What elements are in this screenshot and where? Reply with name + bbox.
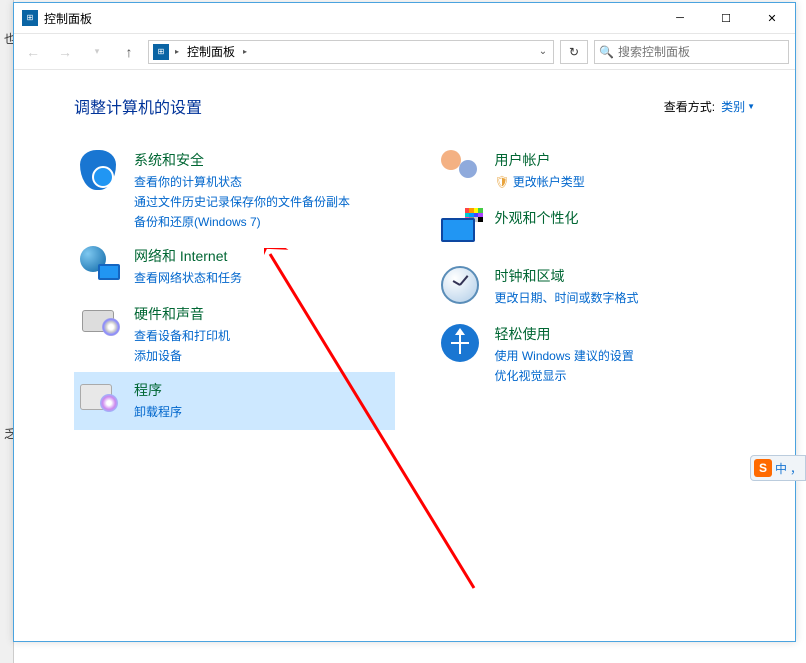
category-link[interactable]: 使用 Windows 建议的设置 — [495, 347, 634, 364]
programs-icon — [80, 380, 122, 422]
category-link[interactable]: 卸载程序 — [134, 403, 182, 420]
appearance-icon — [441, 208, 483, 250]
category-clock-region[interactable]: 时钟和区域 更改日期、时间或数字格式 — [435, 258, 756, 316]
category-title[interactable]: 轻松使用 — [495, 324, 634, 344]
category-link[interactable]: 查看你的计算机状态 — [134, 173, 350, 190]
titlebar: ⊞ 控制面板 ─ ☐ ✕ — [14, 3, 795, 34]
category-user-accounts[interactable]: 用户帐户 🛡更改帐户类型 — [435, 142, 756, 200]
category-title[interactable]: 外观和个性化 — [495, 208, 579, 228]
forward-button[interactable]: → — [52, 39, 78, 65]
search-icon: 🔍 — [599, 45, 614, 59]
category-title[interactable]: 程序 — [134, 380, 182, 400]
category-link[interactable]: 查看设备和打印机 — [134, 327, 230, 344]
ime-punct-toggle[interactable]: ， — [790, 460, 802, 477]
chevron-down-icon: ▼ — [747, 102, 755, 111]
minimize-button[interactable]: ─ — [657, 3, 703, 33]
address-icon: ⊞ — [153, 44, 169, 60]
printer-icon — [80, 304, 122, 346]
category-link[interactable]: 添加设备 — [134, 347, 230, 364]
ease-icon — [441, 324, 483, 366]
address-box[interactable]: ⊞ ▸ 控制面板 ▸ ⌄ — [148, 40, 554, 64]
control-panel-window: ⊞ 控制面板 ─ ☐ ✕ ← → ▾ ↑ ⊞ ▸ 控制面板 ▸ ⌄ ↻ 🔍 调整… — [13, 2, 796, 642]
category-link[interactable]: 备份和还原(Windows 7) — [134, 213, 350, 230]
category-title[interactable]: 网络和 Internet — [134, 246, 242, 266]
category-ease-of-access[interactable]: 轻松使用 使用 Windows 建议的设置 优化视觉显示 — [435, 316, 756, 392]
view-by-dropdown[interactable]: 类别 ▼ — [721, 98, 755, 115]
recent-dropdown[interactable]: ▾ — [84, 39, 110, 65]
control-panel-icon: ⊞ — [22, 10, 38, 26]
ime-toolbar[interactable]: S 中 ， — [750, 455, 806, 481]
category-title[interactable]: 硬件和声音 — [134, 304, 230, 324]
breadcrumb-sep-2: ▸ — [241, 47, 249, 56]
users-icon — [441, 150, 483, 192]
view-by-control: 查看方式: 类别 ▼ — [664, 98, 755, 115]
up-button[interactable]: ↑ — [116, 39, 142, 65]
ime-lang-toggle[interactable]: 中 — [775, 460, 787, 477]
page-heading: 调整计算机的设置 — [74, 94, 202, 118]
category-programs[interactable]: 程序 卸载程序 — [74, 372, 395, 430]
breadcrumb-control-panel[interactable]: 控制面板 — [181, 41, 241, 63]
maximize-button[interactable]: ☐ — [703, 3, 749, 33]
category-appearance[interactable]: 外观和个性化 — [435, 200, 756, 258]
back-button[interactable]: ← — [20, 39, 46, 65]
category-link[interactable]: 通过文件历史记录保存你的文件备份副本 — [134, 193, 350, 210]
category-hardware-sound[interactable]: 硬件和声音 查看设备和打印机 添加设备 — [74, 296, 395, 372]
category-system-security[interactable]: 系统和安全 查看你的计算机状态 通过文件历史记录保存你的文件备份副本 备份和还原… — [74, 142, 395, 238]
view-by-label: 查看方式: — [664, 98, 715, 115]
category-network-internet[interactable]: 网络和 Internet 查看网络状态和任务 — [74, 238, 395, 296]
search-box[interactable]: 🔍 — [594, 40, 789, 64]
shield-badge-icon: 🛡 — [495, 175, 510, 189]
breadcrumb-sep: ▸ — [173, 47, 181, 56]
category-link[interactable]: 查看网络状态和任务 — [134, 269, 242, 286]
clock-icon — [441, 266, 483, 308]
close-button[interactable]: ✕ — [749, 3, 795, 33]
shield-icon — [80, 150, 122, 192]
category-title[interactable]: 用户帐户 — [495, 150, 585, 170]
category-link[interactable]: 更改日期、时间或数字格式 — [495, 289, 639, 306]
search-input[interactable] — [618, 45, 784, 59]
category-link[interactable]: 🛡更改帐户类型 — [495, 173, 585, 190]
window-title: 控制面板 — [44, 10, 657, 27]
category-title[interactable]: 时钟和区域 — [495, 266, 639, 286]
category-link[interactable]: 优化视觉显示 — [495, 367, 634, 384]
ime-brand-icon[interactable]: S — [754, 459, 772, 477]
address-dropdown[interactable]: ⌄ — [533, 46, 553, 57]
refresh-button[interactable]: ↻ — [560, 40, 588, 64]
address-bar: ← → ▾ ↑ ⊞ ▸ 控制面板 ▸ ⌄ ↻ 🔍 — [14, 34, 795, 70]
category-title[interactable]: 系统和安全 — [134, 150, 350, 170]
content-area: 调整计算机的设置 查看方式: 类别 ▼ 系统和安全 查看你的计算机状态 通过文件… — [14, 70, 795, 641]
globe-icon — [80, 246, 122, 288]
